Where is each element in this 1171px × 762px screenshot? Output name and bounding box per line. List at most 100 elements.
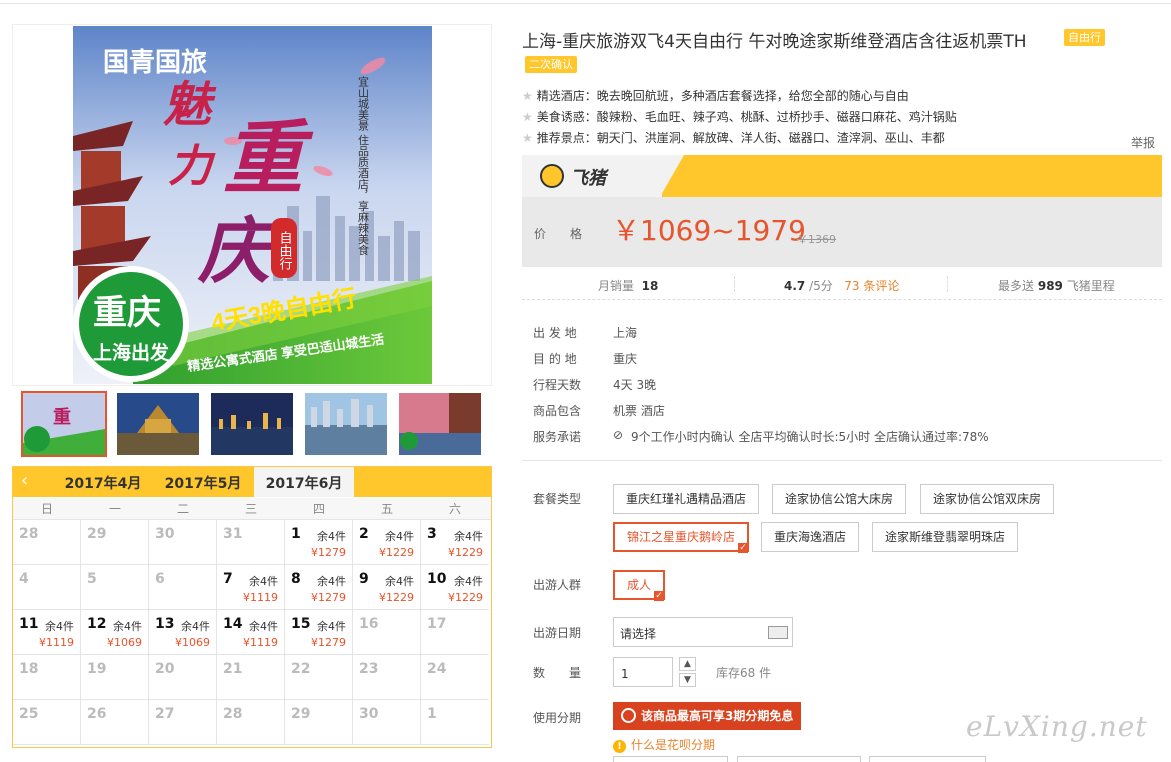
day-number: 4 (19, 571, 29, 587)
stock-text: 库存68 件 (716, 666, 772, 680)
calendar-day: 16 (353, 610, 421, 655)
calendar-day[interactable]: 13 余4件 ¥1069 (149, 610, 217, 655)
calendar-day[interactable]: 8 余4件 ¥1279 (285, 565, 353, 610)
calendar-day[interactable]: 11 余4件 ¥1119 (13, 610, 81, 655)
price-label: 价 格 (534, 227, 589, 241)
thumbnail-4[interactable] (305, 393, 387, 455)
thumbnail-2[interactable] (117, 393, 199, 455)
product-gallery: 国青国旅 魅 力 重 庆 宜山城美景 住品质酒店，享麻辣美食 自由行 4天3晚自… (12, 24, 492, 386)
calendar-day: 4 (13, 565, 81, 610)
calendar-icon[interactable] (768, 626, 788, 639)
day-number: 31 (223, 526, 243, 542)
calendar-day[interactable]: 2 余4件 ¥1229 (353, 520, 421, 565)
check-circle-icon: ⊘ (613, 428, 624, 442)
stats-bar: 月销量 18 4.7 /5分 73 条评论 最多送 989 飞猪里程 (522, 270, 1162, 300)
day-number: 1 (427, 706, 437, 722)
installment-icon (621, 708, 636, 723)
tab-month-may[interactable]: 2017年5月 (153, 467, 253, 497)
top-divider (0, 3, 1171, 4)
calendar-day: 20 (149, 655, 217, 700)
weekday-label: 五 (380, 502, 393, 516)
calendar-prev-icon[interactable]: ‹ (21, 471, 41, 491)
report-link[interactable]: 举报 (1131, 134, 1155, 151)
day-stock: 余4件 (45, 620, 74, 633)
date-calendar: ‹ 2017年4月 2017年5月 2017年6月 日一二三四五六 28 29 30… (12, 466, 492, 748)
calendar-day[interactable]: 7 余4件 ¥1119 (217, 565, 285, 610)
day-stock: 余4件 (181, 620, 210, 633)
calendar-day: 19 (81, 655, 149, 700)
original-price: ￥1369 (797, 233, 836, 246)
day-stock: 余4件 (113, 620, 142, 633)
day-number: 30 (155, 526, 175, 542)
section-divider (522, 460, 1162, 461)
day-number: 6 (155, 571, 165, 587)
package-label: 套餐类型 (533, 492, 582, 506)
quantity-input[interactable]: 1 (613, 657, 673, 687)
date-picker-input[interactable]: 请选择 (613, 617, 793, 647)
package-option[interactable]: 途家斯维登翡翠明珠店 (872, 522, 1019, 552)
day-stock: 余4件 (249, 620, 278, 633)
day-number: 8 (291, 571, 301, 587)
calendar-day[interactable]: 14 余4件 ¥1119 (217, 610, 285, 655)
package-option[interactable]: 重庆海逸酒店 (761, 522, 860, 552)
quantity-increase-button[interactable]: ▲ (679, 657, 696, 671)
day-price: ¥1119 (243, 591, 278, 604)
day-number: 24 (427, 661, 447, 677)
calendar-day[interactable]: 10 余4件 ¥1229 (421, 565, 489, 610)
traveler-option-adult[interactable]: 成人 (613, 570, 666, 601)
package-option[interactable]: 重庆红瑾礼遇精品酒店 (613, 484, 760, 514)
feature-item: ★ 精选酒店：晚去晚回航班，多种酒店套餐选择，给您全部的随心与自由 (522, 89, 909, 103)
calendar-day[interactable]: 9 余4件 ¥1229 (353, 565, 421, 610)
hero-seal: 自由行 (277, 231, 293, 271)
hero-badge-from: 上海出发 (93, 341, 170, 364)
day-price: ¥1279 (311, 591, 346, 604)
cut-off-button[interactable] (613, 756, 728, 762)
reviews-link[interactable]: 73 条评论 (844, 279, 899, 293)
calendar-day: 17 (421, 610, 489, 655)
installment-label: 使用分期 (533, 711, 582, 725)
package-option-selected[interactable]: 锦江之星重庆鹅岭店 (613, 522, 750, 553)
calendar-day: 30 (353, 700, 421, 745)
thumbnail-3[interactable] (211, 393, 293, 455)
calendar-grid: 28 29 30 31 1 余4件 ¥1279 2 余4件 ¥1229 3 余4件 ¥1229 4 5 6 7 余… (13, 520, 491, 747)
calendar-day[interactable]: 3 余4件 ¥1229 (421, 520, 489, 565)
quantity-decrease-button[interactable]: ▼ (679, 673, 696, 687)
day-price: ¥1229 (379, 546, 414, 559)
star-icon: ★ (522, 110, 533, 124)
cut-off-button[interactable] (737, 756, 861, 762)
tab-month-june[interactable]: 2017年6月 (254, 467, 354, 497)
feature-item: ★ 推荐景点：朝天门、洪崖洞、解放碑、洋人街、磁器口、渣滓洞、巫山、丰都 (522, 131, 945, 145)
tag-free-travel: 自由行 (1064, 29, 1105, 46)
cut-off-button[interactable] (869, 756, 986, 762)
day-number: 1 (291, 526, 301, 542)
day-price: ¥1229 (448, 591, 483, 604)
tab-month-april[interactable]: 2017年4月 (53, 467, 153, 497)
calendar-day: 5 (81, 565, 149, 610)
day-number: 11 (19, 616, 39, 632)
calendar-day: 22 (285, 655, 353, 700)
day-number: 29 (87, 526, 107, 542)
day-number: 19 (87, 661, 107, 677)
calendar-day[interactable]: 15 余4件 ¥1279 (285, 610, 353, 655)
huabei-help-link[interactable]: ! 什么是花呗分期 (613, 736, 715, 753)
day-price: ¥1279 (311, 546, 346, 559)
day-number: 21 (223, 661, 243, 677)
price-value: ￥1069~1979 (612, 214, 806, 247)
info-icon: ! (613, 740, 626, 753)
star-icon: ★ (522, 131, 533, 145)
thumbnail-5[interactable] (399, 393, 481, 455)
thumbnail-strip: 重 (20, 391, 490, 459)
calendar-day: 29 (285, 700, 353, 745)
day-stock: 余4件 (317, 620, 346, 633)
calendar-day[interactable]: 12 余4件 ¥1069 (81, 610, 149, 655)
calendar-day: 31 (217, 520, 285, 565)
thumbnail-1[interactable]: 重 (21, 391, 107, 457)
calendar-day[interactable]: 1 余4件 ¥1279 (285, 520, 353, 565)
star-icon: ★ (522, 89, 533, 103)
day-number: 9 (359, 571, 369, 587)
package-option[interactable]: 途家协信公馆大床房 (772, 484, 907, 514)
calendar-day: 30 (149, 520, 217, 565)
package-option[interactable]: 途家协信公馆双床房 (920, 484, 1055, 514)
installment-button[interactable]: 该商品最高可享3期分期免息 (613, 702, 801, 730)
hero-title-char: 庆 (197, 208, 281, 293)
